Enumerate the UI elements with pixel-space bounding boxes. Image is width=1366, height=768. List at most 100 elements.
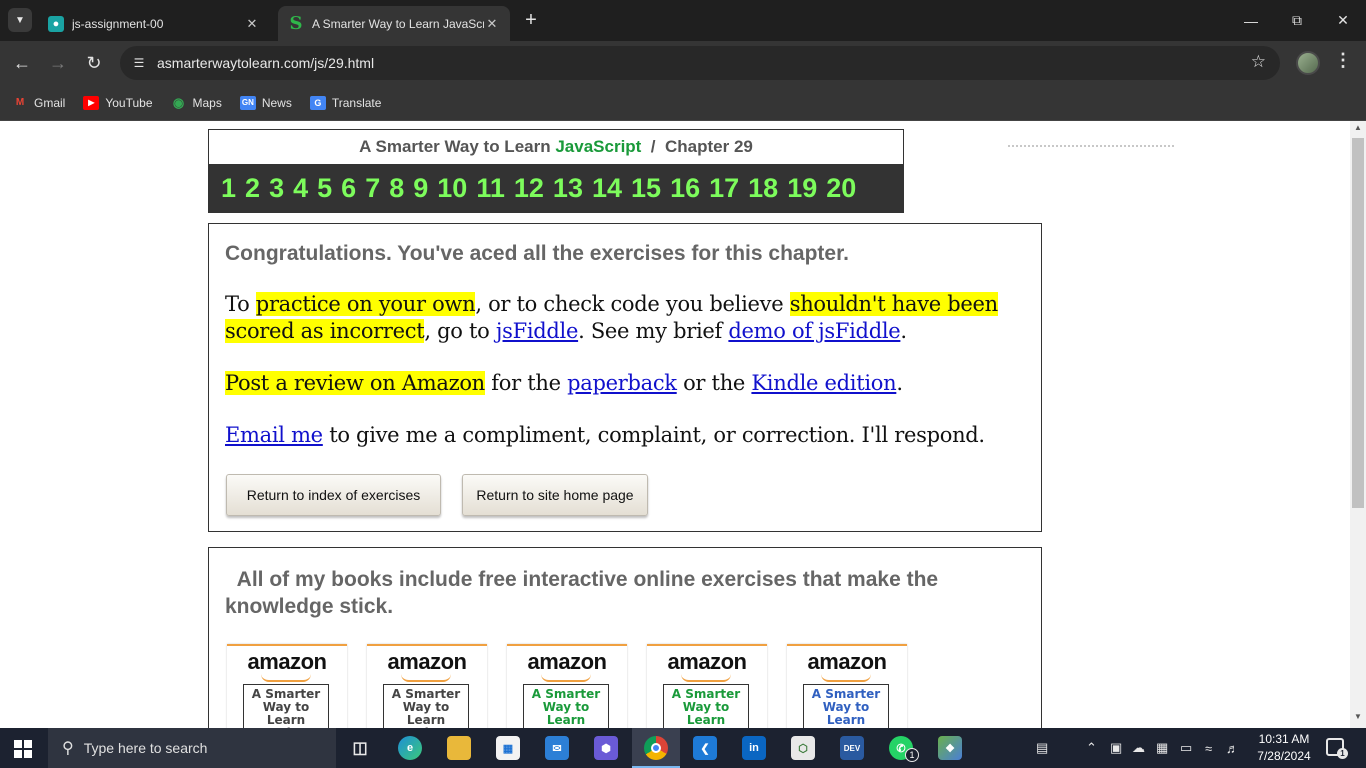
paperback-link[interactable]: paperback bbox=[567, 371, 677, 395]
exercise-link[interactable]: 19 bbox=[787, 173, 817, 204]
exercise-link[interactable]: 9 bbox=[413, 173, 428, 204]
news-icon: GN bbox=[239, 95, 256, 110]
page-viewport: A Smarter Way to Learn JavaScript / Chap… bbox=[0, 121, 1366, 728]
exercise-link[interactable]: 13 bbox=[553, 173, 583, 204]
restore-button[interactable]: ⧉ bbox=[1274, 0, 1320, 41]
bookmark-maps[interactable]: ◉ Maps bbox=[171, 95, 222, 110]
jsfiddle-demo-link[interactable]: demo of jsFiddle bbox=[728, 319, 900, 343]
exercise-link[interactable]: 17 bbox=[709, 173, 739, 204]
return-home-button[interactable]: Return to site home page bbox=[462, 474, 648, 516]
tab-smarter-way[interactable]: S A Smarter Way to Learn JavaScript ✕ bbox=[278, 6, 510, 41]
minimize-button[interactable]: — bbox=[1228, 0, 1274, 41]
book-card[interactable]: amazon A Smarter Way to Learn bbox=[507, 644, 627, 728]
volume-icon[interactable]: ♬ bbox=[1226, 728, 1239, 768]
youtube-icon: ▶ bbox=[83, 95, 100, 110]
title-separator: / bbox=[650, 137, 656, 156]
site-info-icon[interactable]: ☰ bbox=[128, 52, 150, 74]
exercise-link[interactable]: 8 bbox=[389, 173, 404, 204]
exercise-link[interactable]: 16 bbox=[670, 173, 700, 204]
battery-icon[interactable]: ▭ bbox=[1180, 728, 1192, 768]
exercise-link[interactable]: 11 bbox=[476, 173, 505, 204]
taskbar-clock[interactable]: 10:31 AM 7/28/2024 bbox=[1246, 731, 1322, 765]
close-window-button[interactable]: ✕ bbox=[1320, 0, 1366, 41]
book-card[interactable]: amazon A Smarter Way to Learn bbox=[647, 644, 767, 728]
books-heading: All of my books include free interactive… bbox=[225, 568, 944, 618]
file-explorer-icon[interactable] bbox=[447, 736, 471, 760]
show-hidden-icons-icon[interactable]: ⌃ bbox=[1086, 728, 1097, 768]
title-prefix: A Smarter Way to Learn bbox=[359, 137, 551, 156]
windows-start-icon[interactable] bbox=[14, 740, 32, 758]
close-icon[interactable]: ✕ bbox=[484, 16, 500, 32]
bookmark-translate[interactable]: G Translate bbox=[309, 95, 382, 110]
exercise-link[interactable]: 7 bbox=[365, 173, 380, 204]
exercise-link[interactable]: 10 bbox=[437, 173, 467, 204]
scrollbar-thumb[interactable] bbox=[1352, 138, 1364, 508]
onedrive-icon[interactable]: ☁ bbox=[1132, 728, 1145, 768]
chrome-icon[interactable] bbox=[644, 736, 668, 760]
book-cover-title: A Smarter Way to Learn bbox=[671, 687, 741, 727]
exercise-link[interactable]: 1 bbox=[221, 173, 236, 204]
chapter-label: Chapter 29 bbox=[664, 137, 753, 156]
dev-app-icon[interactable]: DEV bbox=[840, 736, 864, 760]
notification-badge: 1 bbox=[1337, 748, 1348, 759]
tab-search-button[interactable]: ▼ bbox=[8, 8, 32, 32]
bookmarks-bar: M Gmail ▶ YouTube ◉ Maps GN News G Trans… bbox=[0, 85, 1366, 121]
chrome-menu-icon[interactable]: ⋮ bbox=[1334, 50, 1352, 71]
taskbar-search[interactable]: ⚲ Type here to search bbox=[48, 728, 336, 768]
exercise-link[interactable]: 4 bbox=[293, 173, 308, 204]
close-icon[interactable]: ✕ bbox=[244, 16, 260, 32]
kindle-link[interactable]: Kindle edition bbox=[751, 371, 896, 395]
exercise-link[interactable]: 12 bbox=[514, 173, 544, 204]
exercise-link[interactable]: 2 bbox=[245, 173, 260, 204]
exercise-link[interactable]: 20 bbox=[826, 173, 856, 204]
return-index-button[interactable]: Return to index of exercises bbox=[226, 474, 441, 516]
scroll-down-arrow-icon[interactable]: ▼ bbox=[1350, 712, 1366, 726]
forward-button[interactable]: → bbox=[44, 49, 72, 77]
exercise-link[interactable]: 18 bbox=[748, 173, 778, 204]
vscode-icon[interactable]: ❮ bbox=[693, 736, 717, 760]
browser-toolbar: ← → ↻ ☰ asmarterwaytolearn.com/js/29.htm… bbox=[0, 41, 1366, 85]
exercise-link[interactable]: 6 bbox=[341, 173, 356, 204]
amazon-smile-icon bbox=[681, 674, 731, 682]
address-bar[interactable]: ☰ asmarterwaytolearn.com/js/29.html ☆ bbox=[120, 46, 1280, 80]
tab-js-assignment[interactable]: ● js-assignment-00 ✕ bbox=[38, 6, 270, 41]
jsfiddle-link[interactable]: jsFiddle bbox=[496, 319, 579, 343]
edge-icon[interactable]: e bbox=[398, 736, 422, 760]
copilot-icon[interactable]: ⬢ bbox=[594, 736, 618, 760]
bookmark-label: Translate bbox=[331, 95, 382, 110]
exercise-link[interactable]: 14 bbox=[592, 173, 622, 204]
bookmark-label: Maps bbox=[192, 95, 222, 110]
book-cover-title: A Smarter Way to Learn bbox=[251, 687, 321, 727]
exercise-link[interactable]: 3 bbox=[269, 173, 284, 204]
amazon-logo: amazon bbox=[247, 649, 327, 674]
clock-time: 10:31 AM bbox=[1258, 732, 1310, 746]
email-me-link[interactable]: Email me bbox=[225, 423, 323, 447]
profile-avatar[interactable] bbox=[1296, 51, 1320, 75]
linkedin-icon[interactable]: in bbox=[742, 736, 766, 760]
task-view-icon[interactable]: ◫ bbox=[348, 736, 372, 760]
book-card[interactable]: amazon A Smarter Way to LearnRuby bbox=[227, 644, 347, 728]
book-card[interactable]: amazon A Smarter Way to LearnPython bbox=[367, 644, 487, 728]
back-button[interactable]: ← bbox=[8, 49, 36, 77]
new-tab-button[interactable]: + bbox=[520, 9, 542, 31]
git-app-icon[interactable]: ❖ bbox=[938, 736, 962, 760]
mail-icon[interactable]: ✉ bbox=[545, 736, 569, 760]
microsoft-store-icon[interactable]: ▦ bbox=[496, 736, 520, 760]
url-text[interactable]: asmarterwaytolearn.com/js/29.html bbox=[157, 55, 374, 71]
cube-app-icon[interactable]: ⬡ bbox=[791, 736, 815, 760]
wifi-icon[interactable]: ≈ bbox=[1205, 728, 1212, 768]
chapter-header: A Smarter Way to Learn JavaScript / Chap… bbox=[208, 129, 904, 213]
exercise-link[interactable]: 5 bbox=[317, 173, 332, 204]
reload-button[interactable]: ↻ bbox=[80, 49, 108, 77]
bookmark-news[interactable]: GN News bbox=[239, 95, 292, 110]
exercise-link[interactable]: 15 bbox=[631, 173, 661, 204]
email-paragraph: Email me to give me a compliment, compla… bbox=[225, 422, 1025, 449]
security-icon[interactable]: ▦ bbox=[1156, 728, 1168, 768]
bookmark-gmail[interactable]: M Gmail bbox=[12, 96, 66, 110]
book-card[interactable]: amazon A Smarter Way to Learn bbox=[787, 644, 907, 728]
bookmark-star-icon[interactable]: ☆ bbox=[1251, 52, 1266, 72]
news-widget-icon[interactable]: ▤ bbox=[1036, 728, 1048, 768]
bookmark-youtube[interactable]: ▶ YouTube bbox=[83, 95, 153, 110]
meet-now-icon[interactable]: ▣ bbox=[1110, 728, 1122, 768]
scroll-up-arrow-icon[interactable]: ▲ bbox=[1350, 123, 1366, 137]
